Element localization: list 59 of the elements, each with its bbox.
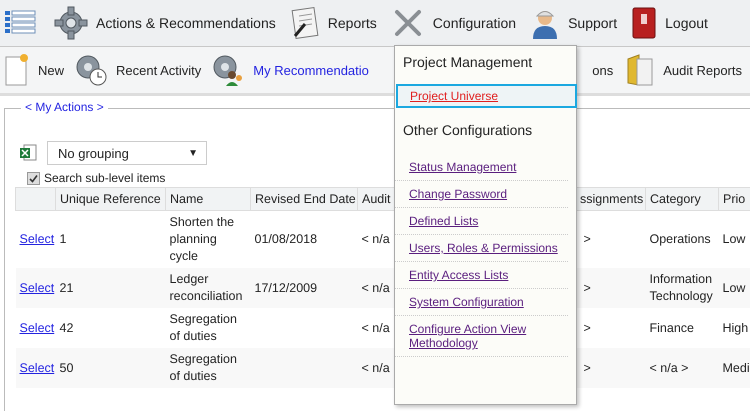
table-cell: < n/a <box>362 280 390 294</box>
new-document-icon[interactable] <box>4 53 30 87</box>
menu-link[interactable]: Entity Access Lists <box>395 262 568 289</box>
table-cell: < n/a <box>362 232 390 246</box>
table-cell: Ledger reconciliation <box>170 272 242 303</box>
toolbar-link[interactable]: My Recommendatio <box>253 62 369 78</box>
menu-icon[interactable] <box>4 10 36 36</box>
table-cell: Low <box>722 280 746 294</box>
table-cell: Segregation of duties <box>170 312 237 343</box>
table-cell: 50 <box>60 360 74 374</box>
table-cell: > <box>584 280 591 294</box>
table-cell: Finance <box>650 320 694 334</box>
table-cell: > <box>584 320 591 334</box>
power-switch-icon[interactable] <box>631 6 658 40</box>
section-legend[interactable]: < My Actions > <box>21 100 108 114</box>
checkbox-label: Search sub-level items <box>44 171 166 185</box>
table-cell: 01/08/2018 <box>254 232 318 246</box>
table-cell: Information Technology <box>650 272 713 303</box>
gear-icon[interactable] <box>54 6 88 40</box>
table-cell: 42 <box>60 320 74 334</box>
menu-heading: Other Configurations <box>402 122 534 138</box>
menu-link[interactable]: Configure Action View Methodology <box>395 316 568 357</box>
select-link[interactable]: Select <box>20 320 54 334</box>
table-cell: Low <box>722 232 746 246</box>
menu-link[interactable]: System Configuration <box>395 289 568 316</box>
nav-link[interactable]: Configuration <box>432 15 516 31</box>
menu-link[interactable]: Project Universe <box>396 84 577 108</box>
nav-link[interactable]: Reports <box>328 15 377 31</box>
table-cell: > <box>584 360 591 374</box>
table-cell: 1 <box>60 232 66 246</box>
toolbar-link[interactable]: New <box>38 62 64 78</box>
grouping-dropdown[interactable]: No grouping ▼ <box>47 141 207 165</box>
menu-link[interactable]: Defined Lists <box>395 208 568 235</box>
menu-link[interactable]: Change Password <box>395 181 568 208</box>
table-cell: Segregation of duties <box>170 352 237 383</box>
menu-link[interactable]: Status Management <box>395 154 568 181</box>
toolbar-link[interactable]: Audit Reports <box>663 62 742 78</box>
nav-link[interactable]: Support <box>568 15 618 31</box>
table-cell: < n/a > <box>650 360 688 374</box>
spreadsheet-icon[interactable] <box>19 144 37 162</box>
table-cell: 21 <box>60 280 74 294</box>
folder-icon[interactable] <box>625 53 656 87</box>
table-cell: Medi <box>722 360 750 374</box>
checkbox[interactable] <box>27 172 40 184</box>
toolbar-link[interactable]: ons <box>592 62 614 78</box>
gear-clock-icon[interactable] <box>74 53 108 87</box>
select-link[interactable]: Select <box>20 232 54 246</box>
table-cell: < n/a <box>362 320 390 334</box>
table-cell: 17/12/2009 <box>254 280 318 294</box>
table-cell: High <box>722 320 748 334</box>
table-cell: Shorten the planning cycle <box>170 215 234 263</box>
menu-link[interactable]: Users, Roles & Permissions <box>395 235 568 262</box>
table-cell: > <box>584 232 591 246</box>
menu-heading: Project Management <box>402 54 534 70</box>
nav-link[interactable]: Logout <box>665 15 708 31</box>
table-cell: < n/a <box>362 360 390 374</box>
toolbar-link[interactable]: Recent Activity <box>116 62 202 78</box>
nav-link[interactable]: Actions & Recommendations <box>96 15 276 31</box>
table-cell: Operations <box>650 232 711 246</box>
